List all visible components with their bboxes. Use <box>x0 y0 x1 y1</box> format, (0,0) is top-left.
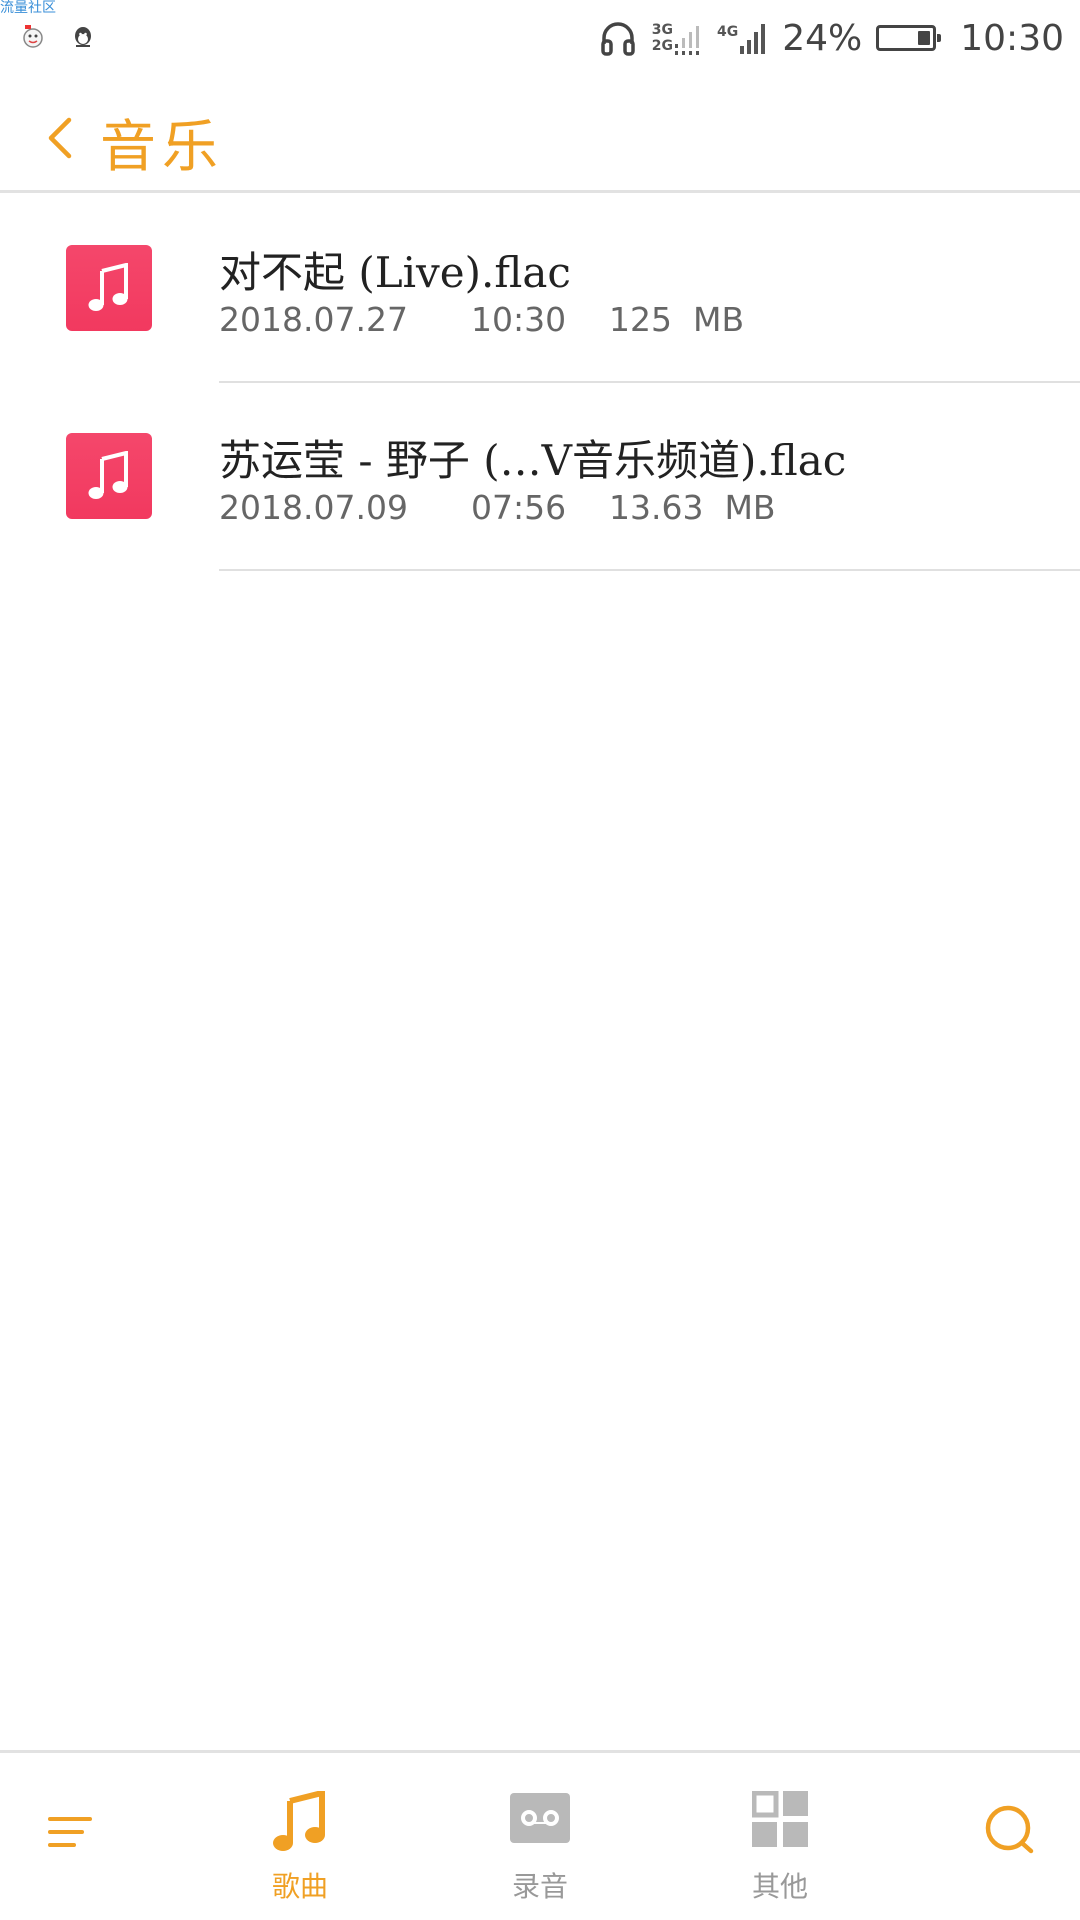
screen: 流量社区 3G 2G 4G 24% 10:30 音乐 对不起 (Live).fl… <box>0 0 1080 1920</box>
file-list: 对不起 (Live).flac 2018.07.27 10:30 125 MB 苏运… <box>0 195 1080 571</box>
file-size: 125 MB <box>609 300 745 339</box>
search-button[interactable] <box>960 1753 1060 1920</box>
file-size: 13.63 MB <box>609 488 776 527</box>
file-meta: 2018.07.27 10:30 125 MB <box>219 300 744 339</box>
battery-icon <box>876 25 942 51</box>
search-icon <box>985 1805 1034 1854</box>
qq-icon <box>75 27 91 47</box>
music-note-icon <box>273 1791 325 1851</box>
voicemail-icon <box>510 1793 570 1843</box>
menu-button[interactable] <box>20 1753 120 1920</box>
bottom-nav: 歌曲 录音 其他 <box>0 1750 1080 1920</box>
tab-others[interactable]: 其他 <box>700 1753 860 1920</box>
file-date: 2018.07.09 <box>219 488 408 527</box>
list-item[interactable]: 苏运莹 - 野子 (…V音乐频道).flac 2018.07.09 07:56 13… <box>0 383 1080 571</box>
chevron-left-icon <box>48 117 72 159</box>
notification-app-icon <box>23 25 43 48</box>
lte-signal-icon <box>740 24 766 54</box>
grid-icon <box>752 1791 808 1847</box>
signal-strength-icon <box>675 26 699 55</box>
music-file-icon <box>66 433 152 519</box>
file-time: 10:30 <box>471 300 567 339</box>
headphones-icon <box>601 22 635 56</box>
divider <box>219 569 1080 571</box>
file-meta: 2018.07.09 07:56 13.63 MB <box>219 488 776 527</box>
tab-recordings-label: 录音 <box>511 1870 568 1903</box>
network-type-label: 3G 2G <box>651 22 673 54</box>
file-name: 对不起 (Live).flac <box>219 248 571 297</box>
list-item[interactable]: 对不起 (Live).flac 2018.07.27 10:30 125 MB <box>0 195 1080 383</box>
file-name: 苏运莹 - 野子 (…V音乐频道).flac <box>219 436 847 485</box>
battery-percent: 24% <box>782 17 863 59</box>
status-indicators: 3G 2G 4G 24% 10:30 <box>584 12 1064 64</box>
page-title: 音乐 <box>100 115 224 180</box>
file-time: 07:56 <box>471 488 567 527</box>
back-button[interactable] <box>40 108 80 168</box>
menu-icon <box>48 1817 92 1847</box>
lte-label: 4G <box>717 24 739 40</box>
tab-others-label: 其他 <box>751 1870 808 1903</box>
file-date: 2018.07.27 <box>219 300 408 339</box>
watermark-text: 流量社区 <box>0 0 56 16</box>
status-bar: 流量社区 3G 2G 4G 24% 10:30 <box>0 0 1080 75</box>
clock: 10:30 <box>960 17 1064 59</box>
title-bar: 音乐 <box>0 78 1080 193</box>
tab-songs[interactable]: 歌曲 <box>220 1753 380 1920</box>
tab-songs-label: 歌曲 <box>271 1870 328 1903</box>
battery-level <box>918 31 931 45</box>
music-file-icon <box>66 245 152 331</box>
tab-recordings[interactable]: 录音 <box>460 1753 620 1920</box>
